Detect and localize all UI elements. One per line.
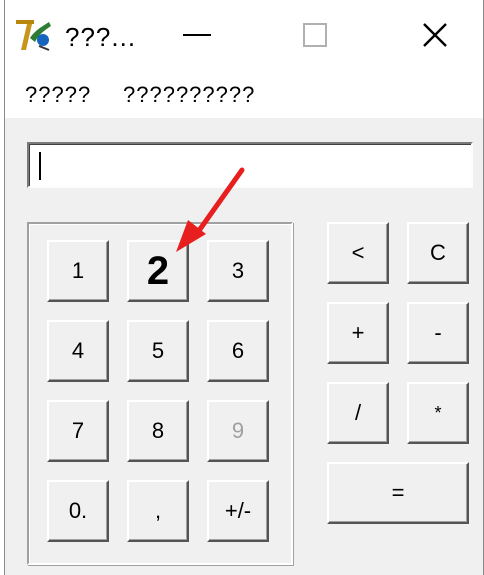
equals-button[interactable]: = [327, 462, 469, 524]
multiply-button[interactable]: * [407, 382, 469, 444]
key-8-button[interactable]: 8 [127, 400, 189, 462]
app-logo-icon [16, 20, 51, 51]
menu-item-2[interactable]: ?????????? [123, 82, 255, 108]
minimize-icon [183, 34, 211, 36]
backspace-button[interactable]: < [327, 222, 389, 284]
minimize-button[interactable] [167, 10, 227, 60]
clear-button[interactable]: C [407, 222, 469, 284]
minus-button[interactable]: - [407, 302, 469, 364]
key-zero-point-button[interactable]: 0. [47, 480, 109, 542]
calculator-display[interactable] [27, 142, 473, 188]
maximize-button[interactable] [285, 10, 345, 60]
divide-button[interactable]: / [327, 382, 389, 444]
text-caret [39, 152, 41, 180]
key-sign-toggle-button[interactable]: +/- [207, 480, 269, 542]
title-bar[interactable]: ???... [5, 0, 483, 74]
key-5-button[interactable]: 5 [127, 320, 189, 382]
calculator-window: ???... ????? ?????????? 1 2 3 4 5 6 7 8 … [4, 0, 484, 575]
key-2-button[interactable]: 2 [127, 240, 189, 302]
key-9-button[interactable]: 9 [207, 400, 269, 462]
menu-item-1[interactable]: ????? [25, 82, 91, 108]
key-comma-button[interactable]: , [127, 480, 189, 542]
key-4-button[interactable]: 4 [47, 320, 109, 382]
window-title: ???... [65, 22, 137, 52]
key-7-button[interactable]: 7 [47, 400, 109, 462]
key-6-button[interactable]: 6 [207, 320, 269, 382]
menu-bar: ????? ?????????? [5, 74, 483, 118]
key-3-button[interactable]: 3 [207, 240, 269, 302]
close-icon [423, 23, 447, 47]
close-button[interactable] [405, 10, 465, 60]
maximize-icon [303, 23, 327, 47]
plus-button[interactable]: + [327, 302, 389, 364]
key-1-button[interactable]: 1 [47, 240, 109, 302]
